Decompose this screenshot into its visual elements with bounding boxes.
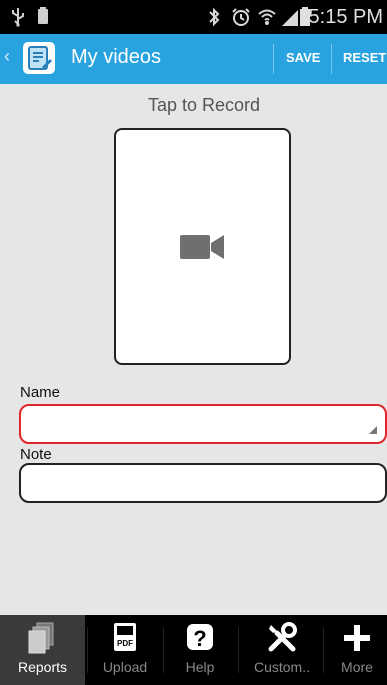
back-chevron-icon[interactable]: ‹ (4, 46, 10, 67)
save-button[interactable]: SAVE (286, 50, 320, 65)
nav-separator (238, 627, 239, 673)
status-time: 5:15 PM (308, 6, 383, 28)
nav-separator (87, 627, 88, 673)
plus-icon (344, 625, 370, 651)
nav-custom-label: Custom.. (253, 659, 310, 675)
name-label: Name (20, 384, 61, 401)
nav-help-label: Help (185, 659, 215, 675)
nav-reports[interactable]: Reports (0, 615, 85, 685)
note-input[interactable] (19, 463, 387, 503)
action-bar: ‹ My videos SAVE RESET (0, 34, 387, 84)
status-bar: 5:15 PM (0, 0, 387, 34)
page-title: My videos (71, 46, 162, 68)
nav-separator (163, 627, 164, 673)
action-divider (331, 44, 332, 74)
bluetooth-icon (207, 7, 221, 32)
nav-more[interactable]: More (327, 615, 387, 685)
bottom-nav: Reports PDF Upload ? Help Custom.. More (0, 615, 387, 685)
app-screen: 5:15 PM ‹ My videos SAVE RESET Tap to Re… (0, 0, 387, 685)
pdf-icon: PDF (114, 623, 136, 651)
action-divider (273, 44, 274, 74)
battery-small-icon (37, 7, 49, 30)
usb-icon (10, 7, 26, 32)
nav-upload[interactable]: PDF Upload (91, 615, 159, 685)
note-label: Note (20, 446, 52, 463)
app-logo-icon[interactable] (22, 41, 56, 75)
nav-help[interactable]: ? Help (167, 615, 233, 685)
nav-more-label: More (341, 659, 373, 675)
svg-text:?: ? (193, 626, 206, 651)
svg-text:PDF: PDF (117, 639, 133, 648)
reports-icon (28, 622, 53, 654)
signal-icon (281, 7, 299, 32)
tools-icon (268, 622, 297, 652)
reset-button[interactable]: RESET (343, 50, 386, 65)
wifi-icon (257, 7, 277, 32)
tap-to-record-label: Tap to Record (147, 95, 261, 115)
nav-custom[interactable]: Custom.. (243, 615, 321, 685)
nav-separator (323, 627, 324, 673)
nav-reports-label: Reports (17, 659, 68, 675)
record-video-button[interactable] (114, 128, 291, 365)
resize-grip-icon (369, 426, 377, 434)
name-input[interactable] (19, 404, 387, 444)
video-camera-icon (180, 233, 226, 266)
alarm-icon (231, 7, 251, 32)
help-icon: ? (187, 624, 213, 651)
nav-upload-label: Upload (102, 659, 148, 675)
